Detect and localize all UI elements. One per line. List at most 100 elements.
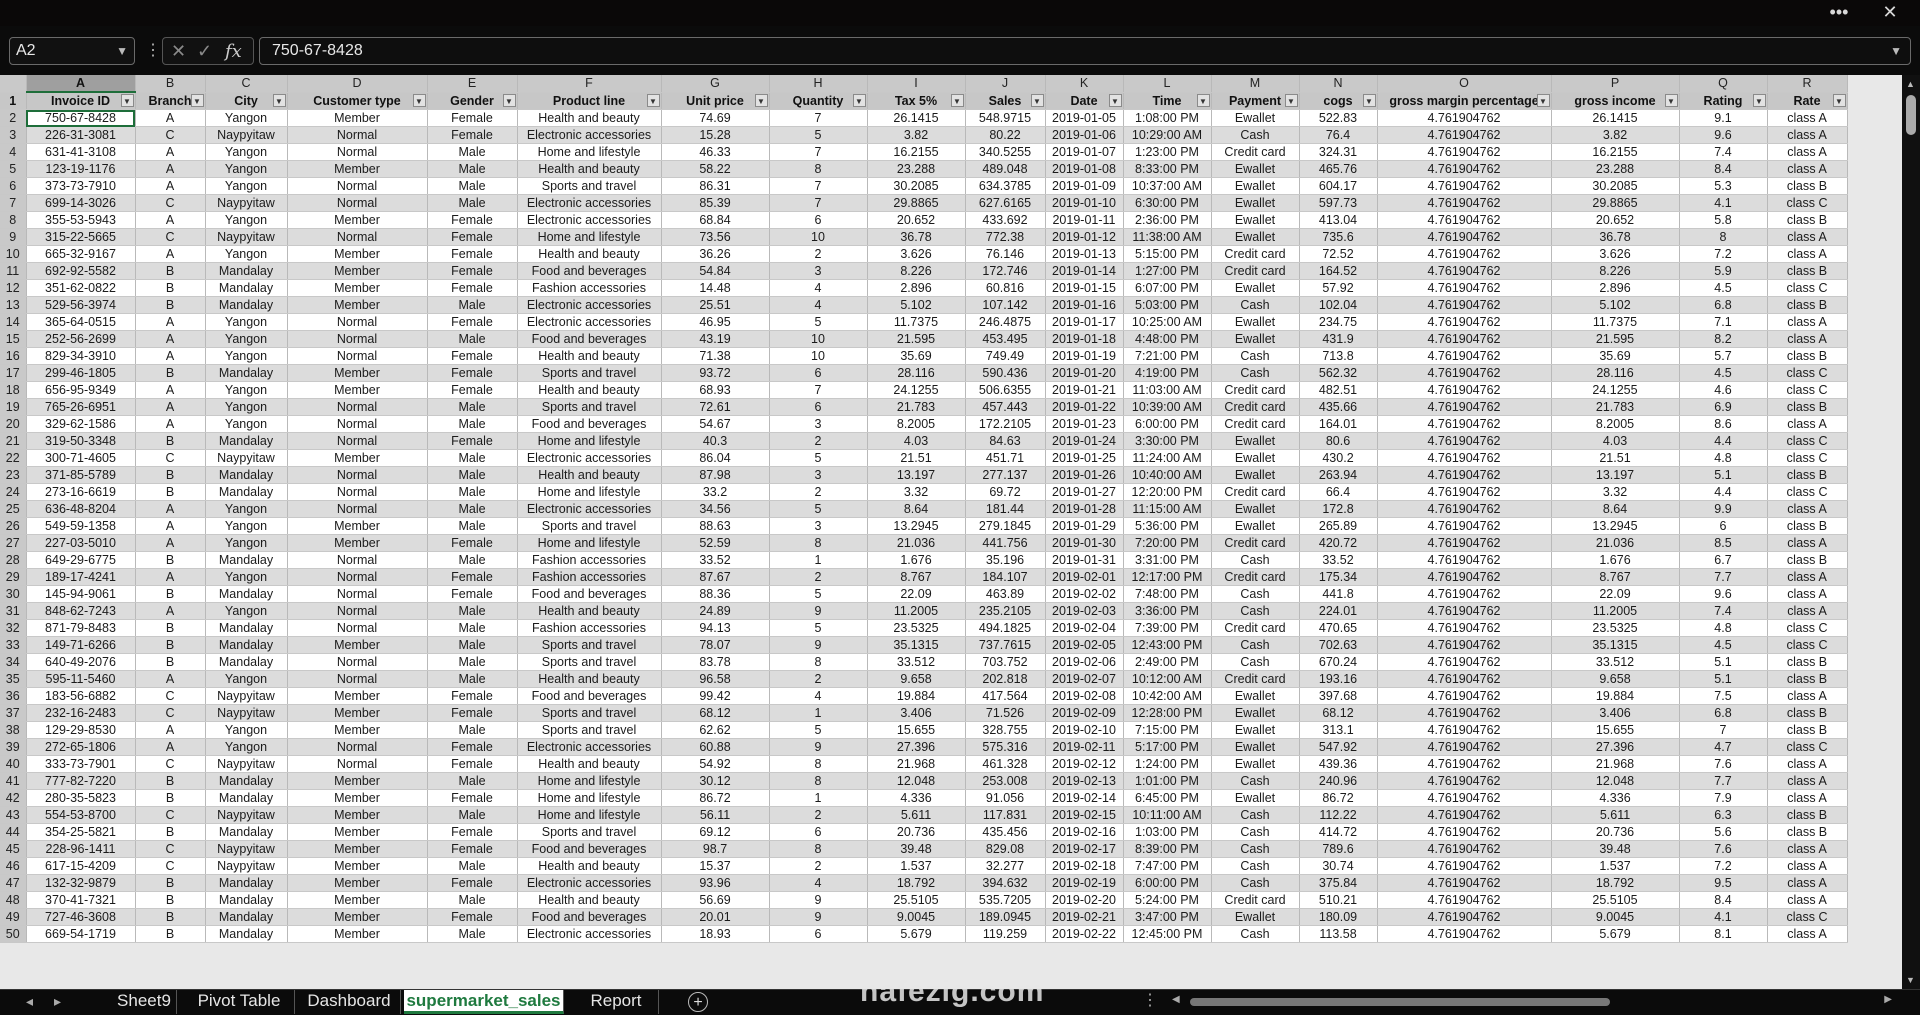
table-cell[interactable]: 2:36:00 PM bbox=[1123, 211, 1212, 229]
table-cell[interactable]: class A bbox=[1767, 925, 1848, 943]
table-cell[interactable]: Home and lifestyle bbox=[517, 806, 662, 824]
table-cell[interactable]: 20.652 bbox=[867, 211, 966, 229]
table-cell[interactable]: class B bbox=[1767, 823, 1848, 841]
table-cell[interactable]: 5 bbox=[769, 619, 868, 637]
table-cell[interactable]: Credit card bbox=[1211, 619, 1300, 637]
table-cell[interactable]: Sports and travel bbox=[517, 517, 662, 535]
table-cell[interactable]: Normal bbox=[287, 432, 428, 450]
table-cell[interactable]: 4.761904762 bbox=[1377, 585, 1552, 603]
table-cell[interactable]: Mandalay bbox=[205, 585, 288, 603]
table-cell[interactable]: 91.056 bbox=[965, 789, 1046, 807]
table-cell[interactable]: B bbox=[135, 772, 206, 790]
row-number[interactable]: 35 bbox=[0, 670, 27, 688]
table-cell[interactable]: 453.495 bbox=[965, 330, 1046, 348]
table-cell[interactable]: Male bbox=[427, 721, 518, 739]
table-cell[interactable]: Food and beverages bbox=[517, 262, 662, 280]
table-cell[interactable]: Member bbox=[287, 874, 428, 892]
table-cell[interactable]: 669-54-1719 bbox=[26, 925, 136, 943]
table-cell[interactable]: 23.288 bbox=[867, 160, 966, 178]
table-cell[interactable]: 7:20:00 PM bbox=[1123, 534, 1212, 552]
table-cell[interactable]: 72.52 bbox=[1299, 245, 1378, 263]
table-cell[interactable]: Member bbox=[287, 908, 428, 926]
table-cell[interactable]: class A bbox=[1767, 602, 1848, 620]
table-cell[interactable]: 21.595 bbox=[867, 330, 966, 348]
table-cell[interactable]: Home and lifestyle bbox=[517, 432, 662, 450]
table-cell[interactable]: C bbox=[135, 687, 206, 705]
table-cell[interactable]: 414.72 bbox=[1299, 823, 1378, 841]
table-cell[interactable]: A bbox=[135, 500, 206, 518]
table-cell[interactable]: Yangon bbox=[205, 738, 288, 756]
table-cell[interactable]: 263.94 bbox=[1299, 466, 1378, 484]
table-cell[interactable]: class B bbox=[1767, 551, 1848, 569]
table-cell[interactable]: C bbox=[135, 755, 206, 773]
table-cell[interactable]: 9.658 bbox=[1551, 670, 1680, 688]
table-cell[interactable]: class A bbox=[1767, 109, 1848, 127]
table-cell[interactable]: 670.24 bbox=[1299, 653, 1378, 671]
table-cell[interactable]: class B bbox=[1767, 398, 1848, 416]
table-cell[interactable]: 4.761904762 bbox=[1377, 228, 1552, 246]
table-cell[interactable]: 21.968 bbox=[867, 755, 966, 773]
table-cell[interactable]: Mandalay bbox=[205, 619, 288, 637]
table-cell[interactable]: 13.2945 bbox=[1551, 517, 1680, 535]
table-cell[interactable]: Mandalay bbox=[205, 891, 288, 909]
table-cell[interactable]: 119.259 bbox=[965, 925, 1046, 943]
table-cell[interactable]: 11.2005 bbox=[867, 602, 966, 620]
table-cell[interactable]: 54.67 bbox=[661, 415, 770, 433]
table-cell[interactable]: 4.4 bbox=[1679, 432, 1768, 450]
table-cell[interactable]: 172.2105 bbox=[965, 415, 1046, 433]
table-cell[interactable]: 80.22 bbox=[965, 126, 1046, 144]
table-cell[interactable]: Home and lifestyle bbox=[517, 789, 662, 807]
table-cell[interactable]: 12.048 bbox=[867, 772, 966, 790]
header-cell[interactable]: Invoice ID ▼ bbox=[26, 92, 136, 110]
table-cell[interactable]: 8.6 bbox=[1679, 415, 1768, 433]
table-cell[interactable]: 132-32-9879 bbox=[26, 874, 136, 892]
table-cell[interactable]: Female bbox=[427, 262, 518, 280]
table-cell[interactable]: 457.443 bbox=[965, 398, 1046, 416]
table-cell[interactable]: class A bbox=[1767, 840, 1848, 858]
table-cell[interactable]: A bbox=[135, 160, 206, 178]
table-cell[interactable]: Member bbox=[287, 262, 428, 280]
table-cell[interactable]: 3.32 bbox=[867, 483, 966, 501]
table-cell[interactable]: 9.1 bbox=[1679, 109, 1768, 127]
table-cell[interactable]: 6.8 bbox=[1679, 704, 1768, 722]
table-cell[interactable]: 4.761904762 bbox=[1377, 143, 1552, 161]
header-cell[interactable]: Product line ▼ bbox=[517, 92, 662, 110]
scroll-right-icon[interactable]: ▶ bbox=[1884, 994, 1892, 1005]
table-cell[interactable]: 1 bbox=[769, 789, 868, 807]
table-cell[interactable]: Health and beauty bbox=[517, 466, 662, 484]
row-number[interactable]: 26 bbox=[0, 517, 27, 535]
table-cell[interactable]: 9.0045 bbox=[1551, 908, 1680, 926]
table-cell[interactable]: 13.197 bbox=[867, 466, 966, 484]
table-cell[interactable]: 10:37:00 AM bbox=[1123, 177, 1212, 195]
table-cell[interactable]: Male bbox=[427, 806, 518, 824]
table-cell[interactable]: 324.31 bbox=[1299, 143, 1378, 161]
table-cell[interactable]: 54.84 bbox=[661, 262, 770, 280]
column-header-k[interactable]: K bbox=[1045, 75, 1124, 93]
table-cell[interactable]: Health and beauty bbox=[517, 109, 662, 127]
table-cell[interactable]: 24.1255 bbox=[867, 381, 966, 399]
table-cell[interactable]: 7:47:00 PM bbox=[1123, 857, 1212, 875]
table-cell[interactable]: 4.761904762 bbox=[1377, 398, 1552, 416]
table-cell[interactable]: Female bbox=[427, 432, 518, 450]
table-cell[interactable]: Health and beauty bbox=[517, 602, 662, 620]
table-cell[interactable]: 5.679 bbox=[867, 925, 966, 943]
table-cell[interactable]: 9 bbox=[769, 738, 868, 756]
table-cell[interactable]: Member bbox=[287, 687, 428, 705]
table-cell[interactable]: A bbox=[135, 211, 206, 229]
table-cell[interactable]: 2019-01-07 bbox=[1045, 143, 1124, 161]
table-cell[interactable]: Yangon bbox=[205, 500, 288, 518]
table-cell[interactable]: 2019-02-01 bbox=[1045, 568, 1124, 586]
row-number[interactable]: 20 bbox=[0, 415, 27, 433]
table-cell[interactable]: Yangon bbox=[205, 211, 288, 229]
table-cell[interactable]: 547.92 bbox=[1299, 738, 1378, 756]
table-cell[interactable]: 4.1 bbox=[1679, 908, 1768, 926]
table-cell[interactable]: class C bbox=[1767, 194, 1848, 212]
table-cell[interactable]: 351-62-0822 bbox=[26, 279, 136, 297]
table-cell[interactable]: 5.7 bbox=[1679, 347, 1768, 365]
table-cell[interactable]: 69.12 bbox=[661, 823, 770, 841]
table-cell[interactable]: 10 bbox=[769, 330, 868, 348]
column-header-p[interactable]: P bbox=[1551, 75, 1680, 93]
table-cell[interactable]: Normal bbox=[287, 670, 428, 688]
table-cell[interactable]: Male bbox=[427, 415, 518, 433]
table-cell[interactable]: Credit card bbox=[1211, 415, 1300, 433]
